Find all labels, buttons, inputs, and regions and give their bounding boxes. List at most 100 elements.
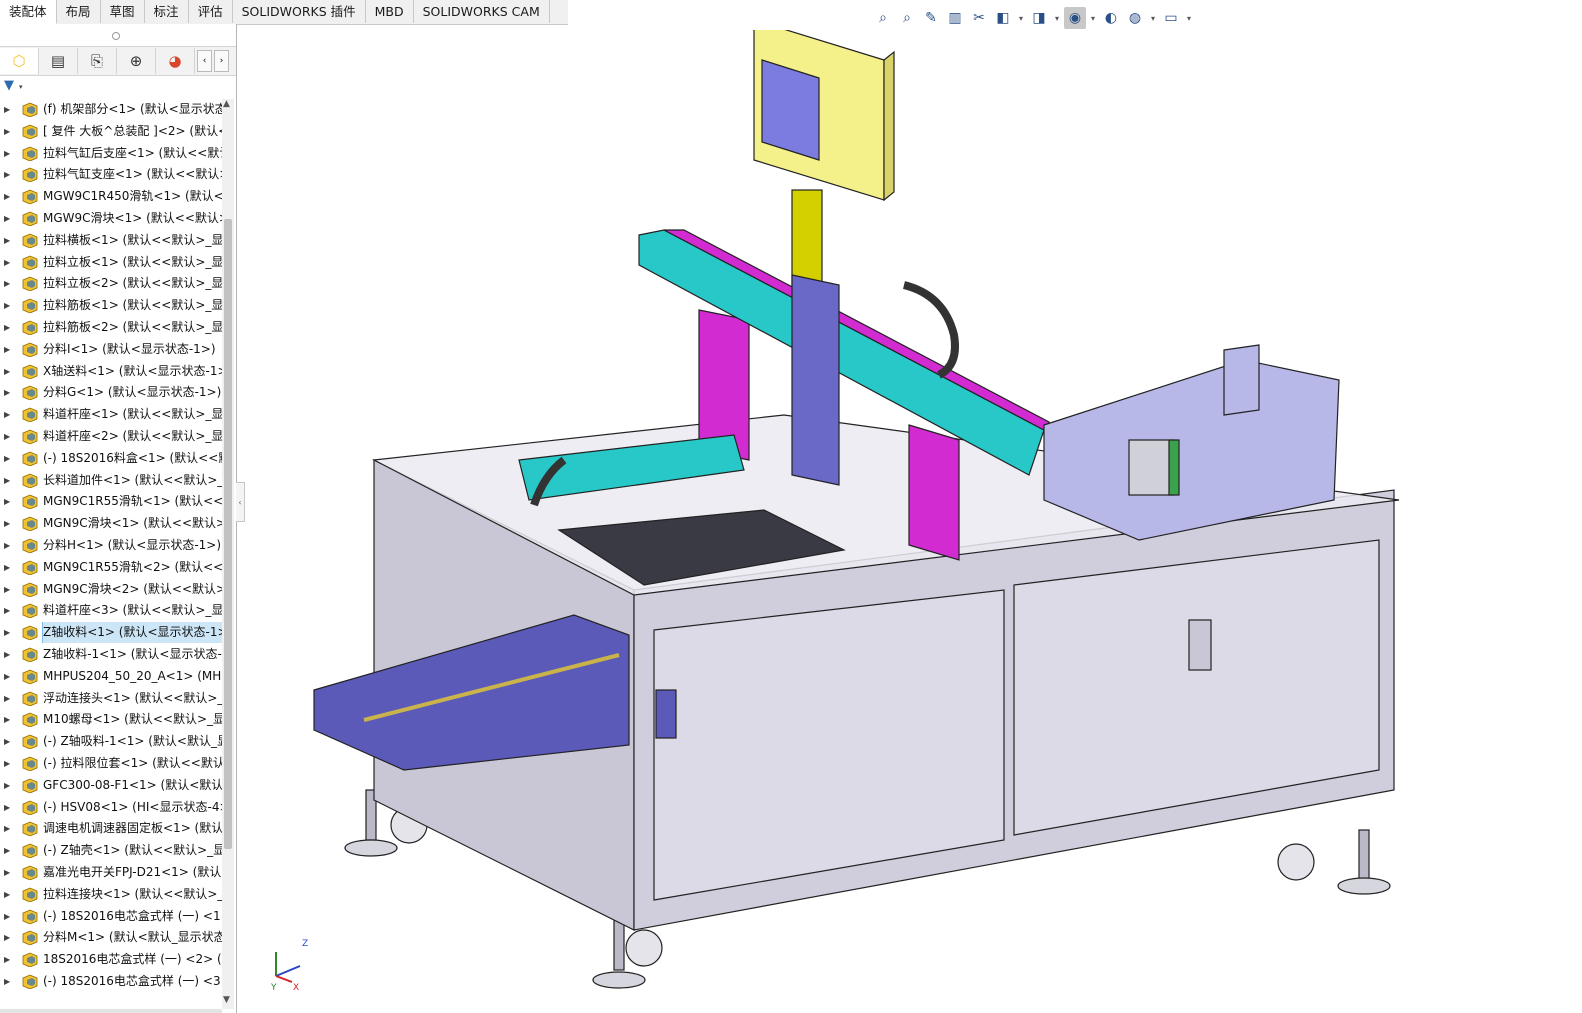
expand-arrow-icon[interactable]: ▶ <box>4 361 12 382</box>
tree-item[interactable]: ▶ 分料M<1> (默认<默认_显示状态 <box>0 927 222 948</box>
view-settings-icon[interactable]: ▭ <box>1160 7 1182 29</box>
tree-item[interactable]: ▶ MGN9C1R55滑轨<1> (默认<<默 <box>0 491 222 512</box>
display-manager-icon[interactable]: ◕ <box>156 48 195 74</box>
expand-arrow-icon[interactable]: ▶ <box>4 426 12 447</box>
edit-appearance-icon[interactable]: ◐ <box>1100 7 1122 29</box>
tree-item[interactable]: ▶ 分料G<1> (默认<显示状态-1>) <box>0 382 222 403</box>
expand-arrow-icon[interactable]: ▶ <box>4 862 12 883</box>
tree-item[interactable]: ▶ GFC300-08-F1<1> (默认<默认_ <box>0 775 222 796</box>
chevron-right-icon[interactable]: › <box>214 50 229 72</box>
tree-item[interactable]: ▶ (-) 18S2016料盒<1> (默认<<默 <box>0 448 222 469</box>
scroll-up-icon[interactable]: ▲ <box>223 99 230 109</box>
view-orientation-icon[interactable]: ◧ <box>992 7 1014 29</box>
tab-1[interactable]: 布局 <box>57 0 101 23</box>
section-view-icon[interactable]: ▥ <box>944 7 966 29</box>
expand-arrow-icon[interactable]: ▶ <box>4 797 12 818</box>
tree-item[interactable]: ▶ 拉料立板<1> (默认<<默认>_显示 <box>0 252 222 273</box>
tree-item[interactable]: ▶ 拉料气缸后支座<1> (默认<<默认 <box>0 143 222 164</box>
scroll-down-icon[interactable]: ▼ <box>223 995 230 1005</box>
dimxpert-manager-icon[interactable]: ⊕ <box>117 48 156 74</box>
expand-arrow-icon[interactable]: ▶ <box>4 535 12 556</box>
tab-3[interactable]: 标注 <box>145 0 189 23</box>
expand-arrow-icon[interactable]: ▶ <box>4 470 12 491</box>
tree-item[interactable]: ▶ (-) Z轴壳<1> (默认<<默认>_显示 <box>0 840 222 861</box>
expand-arrow-icon[interactable]: ▶ <box>4 775 12 796</box>
expand-arrow-icon[interactable]: ▶ <box>4 557 12 578</box>
tree-item[interactable]: ▶ 料道杆座<1> (默认<<默认>_显示 <box>0 404 222 425</box>
display-style-icon[interactable]: ◨ <box>1028 7 1050 29</box>
expand-arrow-icon[interactable]: ▶ <box>4 382 12 403</box>
tree-item[interactable]: ▶ 拉料立板<2> (默认<<默认>_显示 <box>0 273 222 294</box>
panel-grip-icon[interactable] <box>112 32 120 40</box>
expand-arrow-icon[interactable]: ▶ <box>4 731 12 752</box>
tree-item[interactable]: ▶ 拉料筋板<1> (默认<<默认>_显示 <box>0 295 222 316</box>
expand-arrow-icon[interactable]: ▶ <box>4 709 12 730</box>
tree-item[interactable]: ▶ (-) 18S2016电芯盒式样 (一) <1 <box>0 906 222 927</box>
apply-scene-icon[interactable]: ◍ <box>1124 7 1146 29</box>
dynamic-annotation-icon[interactable]: ✂ <box>968 7 990 29</box>
expand-arrow-icon[interactable]: ▶ <box>4 164 12 185</box>
tree-item[interactable]: ▶ Z轴收料-1<1> (默认<显示状态-1 <box>0 644 222 665</box>
expand-arrow-icon[interactable]: ▶ <box>4 252 12 273</box>
chevron-down-icon[interactable]: ▾ <box>1148 7 1158 29</box>
tree-item[interactable]: ▶ MGW9C1R450滑轨<1> (默认<< <box>0 186 222 207</box>
chevron-down-icon[interactable]: ▾ <box>1184 7 1194 29</box>
expand-arrow-icon[interactable]: ▶ <box>4 622 12 643</box>
expand-arrow-icon[interactable]: ▶ <box>4 143 12 164</box>
tree-item[interactable]: ▶ MGW9C滑块<1> (默认<<默认> <box>0 208 222 229</box>
expand-arrow-icon[interactable]: ▶ <box>4 295 12 316</box>
expand-arrow-icon[interactable]: ▶ <box>4 491 12 512</box>
tab-2[interactable]: 草图 <box>101 0 145 23</box>
expand-arrow-icon[interactable]: ▶ <box>4 840 12 861</box>
tree-item[interactable]: ▶ 调速电机调速器固定板<1> (默认 <box>0 818 222 839</box>
expand-arrow-icon[interactable]: ▶ <box>4 927 12 948</box>
tree-item[interactable]: ▶ 长料道加件<1> (默认<<默认>_显 <box>0 470 222 491</box>
expand-arrow-icon[interactable]: ▶ <box>4 121 12 142</box>
tree-item[interactable]: ▶ (-) HSV08<1> (HI<显示状态-4> <box>0 797 222 818</box>
expand-arrow-icon[interactable]: ▶ <box>4 99 12 120</box>
graphics-viewport[interactable] <box>244 30 1574 1010</box>
expand-arrow-icon[interactable]: ▶ <box>4 208 12 229</box>
expand-arrow-icon[interactable]: ▶ <box>4 884 12 905</box>
tab-7[interactable]: SOLIDWORKS CAM <box>414 0 550 23</box>
tree-item[interactable]: ▶ 拉料连接块<1> (默认<<默认>_显 <box>0 884 222 905</box>
expand-arrow-icon[interactable]: ▶ <box>4 339 12 360</box>
tree-item[interactable]: ▶ 分料H<1> (默认<显示状态-1>) <box>0 535 222 556</box>
previous-view-icon[interactable]: ✎ <box>920 7 942 29</box>
expand-arrow-icon[interactable]: ▶ <box>4 666 12 687</box>
expand-arrow-icon[interactable]: ▶ <box>4 317 12 338</box>
filter-icon[interactable]: ▼ <box>4 78 14 93</box>
tab-4[interactable]: 评估 <box>189 0 233 23</box>
expand-arrow-icon[interactable]: ▶ <box>4 230 12 251</box>
expand-arrow-icon[interactable]: ▶ <box>4 688 12 709</box>
tree-item[interactable]: ▶ M10螺母<1> (默认<<默认>_显示 <box>0 709 222 730</box>
expand-arrow-icon[interactable]: ▶ <box>4 906 12 927</box>
property-manager-icon[interactable]: ▤ <box>39 48 78 74</box>
zoom-to-area-icon[interactable]: ⌕ <box>896 7 918 29</box>
expand-arrow-icon[interactable]: ▶ <box>4 949 12 970</box>
expand-arrow-icon[interactable]: ▶ <box>4 644 12 665</box>
tab-0[interactable]: 装配体 <box>0 0 57 24</box>
tree-item[interactable]: ▶ 拉料横板<1> (默认<<默认>_显示 <box>0 230 222 251</box>
expand-arrow-icon[interactable]: ▶ <box>4 579 12 600</box>
chevron-down-icon[interactable]: ▾ <box>19 83 23 91</box>
tab-6[interactable]: MBD <box>366 0 414 23</box>
tree-item[interactable]: ▶ 18S2016电芯盒式样 (一) <2> ( <box>0 949 222 970</box>
tree-item[interactable]: ▶ [ 复件 大板^总装配 ]<2> (默认< <box>0 121 222 142</box>
expand-arrow-icon[interactable]: ▶ <box>4 818 12 839</box>
hide-show-items-icon[interactable]: ◉ <box>1064 7 1086 29</box>
tree-item[interactable]: ▶ 拉料气缸支座<1> (默认<<默认> <box>0 164 222 185</box>
tree-item[interactable]: ▶ MGN9C滑块<1> (默认<<默认>_ <box>0 513 222 534</box>
tree-item[interactable]: ▶ MHPUS204_50_20_A<1> (MHP <box>0 666 222 687</box>
tree-item[interactable]: ▶ X轴送料<1> (默认<显示状态-1> <box>0 361 222 382</box>
expand-arrow-icon[interactable]: ▶ <box>4 753 12 774</box>
configuration-manager-icon[interactable]: ⎘ <box>78 48 117 74</box>
expand-arrow-icon[interactable]: ▶ <box>4 971 12 992</box>
tree-item[interactable]: ▶ 拉料筋板<2> (默认<<默认>_显示 <box>0 317 222 338</box>
tree-item[interactable]: ▶ MGN9C1R55滑轨<2> (默认<<默 <box>0 557 222 578</box>
tree-item[interactable]: ▶ MGN9C滑块<2> (默认<<默认>_ <box>0 579 222 600</box>
chevron-down-icon[interactable]: ▾ <box>1088 7 1098 29</box>
tab-5[interactable]: SOLIDWORKS 插件 <box>233 0 366 23</box>
tree-item[interactable]: ▶ (-) 18S2016电芯盒式样 (一) <3 <box>0 971 222 992</box>
tree-item[interactable]: ▶ 浮动连接头<1> (默认<<默认>_显 <box>0 688 222 709</box>
